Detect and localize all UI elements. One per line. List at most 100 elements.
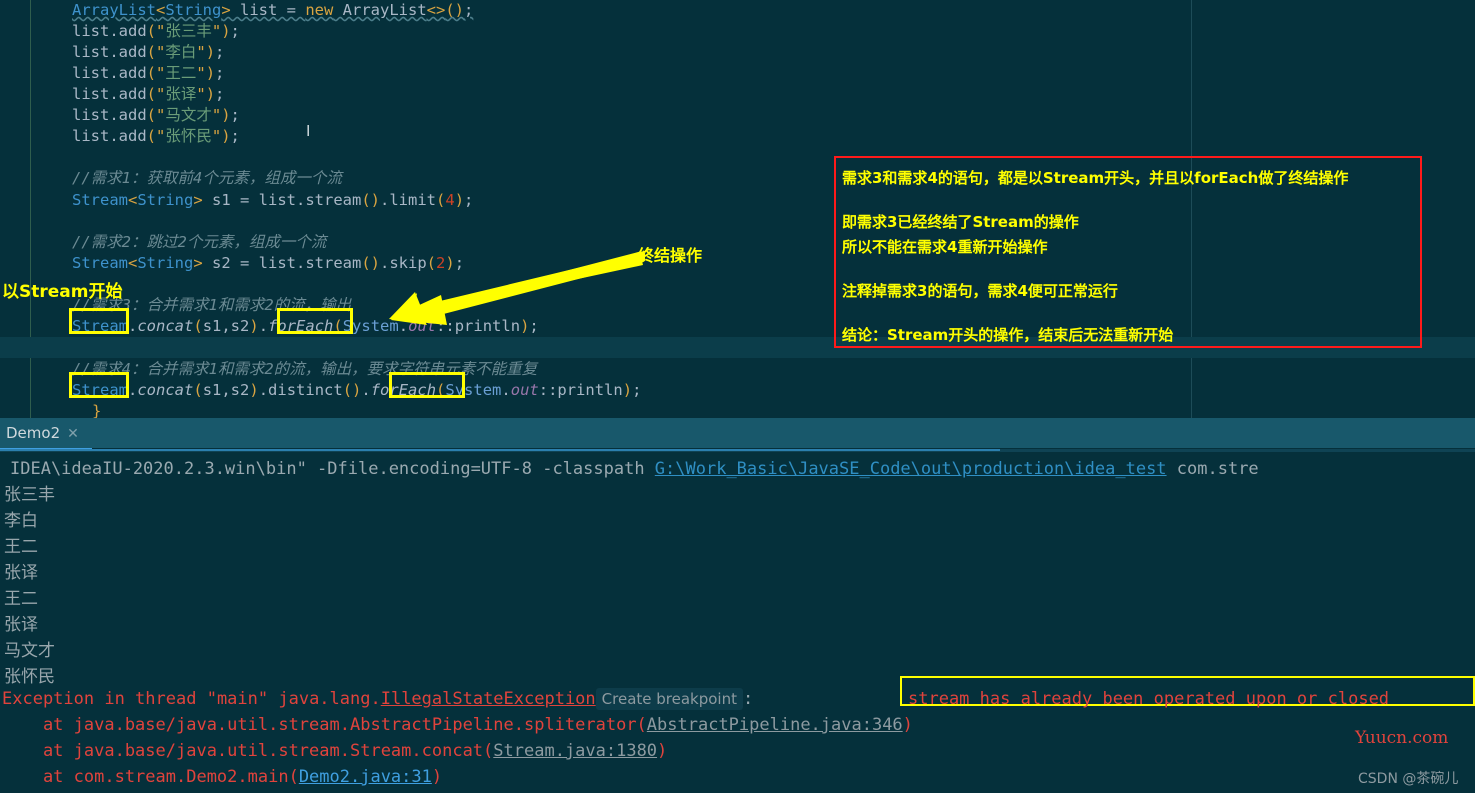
code-token: ) (221, 22, 231, 40)
code-token: ArrayList (72, 1, 156, 19)
code-token: ) (205, 43, 216, 61)
code-token: () (445, 1, 465, 19)
code-token: .skip (380, 254, 427, 272)
code-token: " (211, 22, 222, 40)
code-token: String (137, 254, 194, 272)
code-token: ) (622, 381, 633, 399)
code-token: list.add (72, 43, 147, 61)
console-hscrollbar-thumb[interactable] (0, 449, 1000, 451)
code-token: //需求2：跳过2个元素，组成一个流 (72, 233, 327, 251)
code-token: > (221, 1, 231, 19)
code-token: .limit (380, 191, 436, 209)
code-token: out (510, 381, 539, 399)
exception-colon: : (743, 689, 754, 709)
code-token: ; (464, 191, 474, 209)
code-token: () (342, 381, 362, 399)
code-token: String (165, 1, 222, 19)
code-token: Stream (72, 317, 128, 335)
red-box-spacer (842, 260, 1414, 279)
stack-frame-link[interactable]: Demo2.java:31 (299, 767, 432, 787)
stack-trace-line: at java.base/java.util.stream.Stream.con… (2, 738, 667, 764)
code-token: ; (529, 317, 539, 335)
console-output-line: 马文才 (4, 641, 55, 661)
code-token: ( (146, 22, 156, 40)
code-token: ( (146, 85, 156, 103)
stack-trace-line: at com.stream.Demo2.main(Demo2.java:31) (2, 764, 442, 790)
code-line: list.add("张译"); (72, 84, 224, 105)
code-token: concat (137, 381, 194, 399)
code-token: " (196, 43, 206, 61)
console-tab-label: Demo2 (6, 424, 61, 442)
create-breakpoint-badge[interactable]: Create breakpoint (595, 688, 743, 710)
code-token: > (193, 254, 203, 272)
console-tab-demo2[interactable]: Demo2 ✕ (4, 418, 89, 448)
stack-frame-link[interactable]: AbstractPipeline.java:346 (647, 715, 903, 735)
red-annotation-box: 需求3和需求4的语句，都是以Stream开头，并且以forEach做了终结操作即… (834, 156, 1422, 348)
stack-frame-text: at java.base/java.util.stream.AbstractPi… (2, 715, 647, 735)
stack-frame-tail: ) (431, 767, 443, 787)
code-token: new (305, 1, 334, 19)
code-token: " (156, 106, 166, 124)
code-token: ( (426, 254, 437, 272)
code-token: < (128, 254, 138, 272)
code-token: () (361, 254, 380, 272)
code-token: ( (436, 381, 446, 399)
run-console-panel[interactable]: Demo2 ✕ IDEA\ideaIU-2020.2.3.win\bin" -Df… (0, 418, 1475, 793)
code-token: <> (426, 1, 446, 19)
code-line: //需求1：获取前4个元素，组成一个流 (72, 168, 342, 189)
code-token: ( (146, 106, 156, 124)
stack-frame-text: at java.base/java.util.stream.Stream.con… (2, 741, 494, 761)
code-line: list.add("张怀民"); (72, 126, 240, 147)
code-token: ( (193, 317, 203, 335)
code-token: forEach (268, 317, 334, 335)
code-token: ( (333, 317, 343, 335)
code-line: list.add("王二"); (72, 63, 224, 84)
console-output-line: 李白 (4, 511, 38, 531)
code-token: ) (520, 317, 530, 335)
code-token: ) (454, 191, 465, 209)
red-box-spacer (842, 304, 1414, 323)
code-token: " (156, 43, 166, 61)
code-token: concat (137, 317, 194, 335)
code-token: ; (454, 254, 465, 272)
code-token: ; (230, 127, 240, 145)
code-token: Stream (72, 191, 128, 209)
code-token: 马文才 (165, 106, 212, 124)
code-token: ( (146, 43, 156, 61)
code-token: ; (215, 85, 225, 103)
code-line: list.add("马文才"); (72, 105, 240, 126)
code-token: System (342, 317, 399, 335)
red-box-line: 注释掉需求3的语句，需求4便可正常运行 (842, 282, 1118, 300)
code-token: ; (215, 64, 225, 82)
code-token: ( (146, 127, 156, 145)
code-token: . (128, 381, 138, 399)
code-line: //需求4：合并需求1和需求2的流，输出，要求字符串元素不能重复 (72, 359, 537, 380)
red-box-line: 需求3和需求4的语句，都是以Stream开头，并且以forEach做了终结操作 (842, 169, 1349, 187)
code-token: ; (215, 43, 225, 61)
code-token: < (128, 191, 138, 209)
code-token: list = (230, 1, 306, 19)
exception-class-link[interactable]: IllegalStateException (381, 689, 596, 709)
code-token: list.add (72, 64, 147, 82)
exception-package: java.lang. (268, 689, 381, 709)
code-editor[interactable]: ArrayList<String> list = new ArrayList<>… (0, 0, 1475, 418)
classpath-link[interactable]: G:\Work_Basic\JavaSE_Code\out\production… (655, 459, 1167, 479)
stack-frame-text: at com.stream.Demo2.main( (2, 767, 299, 787)
code-token: 4 (445, 191, 455, 209)
code-token: list.add (72, 106, 147, 124)
code-token: 张三丰 (165, 22, 212, 40)
code-token: " (156, 127, 166, 145)
code-line: list.add("李白"); (72, 42, 224, 63)
code-token: s2 = list.stream (202, 254, 362, 272)
console-output-line: 张三丰 (4, 485, 55, 505)
red-box-spacer (842, 191, 1414, 210)
code-token: ; (632, 381, 642, 399)
stack-frame-link[interactable]: Stream.java:1380 (493, 741, 657, 761)
code-token: . (501, 381, 511, 399)
exception-thread: "main" (206, 689, 269, 709)
close-icon[interactable]: ✕ (67, 426, 79, 442)
code-token: > (193, 191, 203, 209)
code-token: forEach (370, 381, 437, 399)
code-token: . (361, 381, 371, 399)
code-token: < (156, 1, 166, 19)
